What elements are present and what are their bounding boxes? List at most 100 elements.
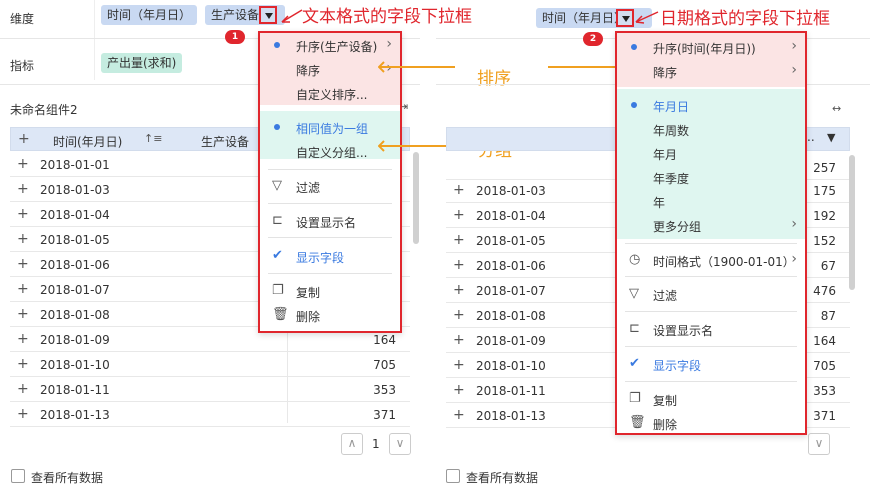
expand-row-icon[interactable]: +: [453, 308, 465, 322]
view-all-checkbox[interactable]: [11, 469, 25, 483]
device-dropdown-button[interactable]: [259, 6, 277, 24]
expand-icon[interactable]: ↔: [832, 102, 841, 115]
view-all-checkbox[interactable]: [446, 469, 460, 483]
left-dropdown-menu: 升序(生产设备) › 降序 › 自定义排序... 相同值为一组 自定义分组... ▽…: [258, 31, 402, 333]
menu-item-display-name[interactable]: ⊏ 设置显示名: [260, 209, 400, 233]
view-all-label: 查看所有数据: [31, 471, 104, 485]
date-cell: 2018-01-10: [476, 359, 546, 373]
chevron-right-icon: ›: [791, 62, 797, 78]
annotation-date-dropdown: 日期格式的字段下拉框: [660, 9, 830, 29]
menu-item-time-format[interactable]: ◷ 时间格式（1900-01-01） ›: [617, 248, 805, 272]
expand-row-icon[interactable]: +: [17, 207, 29, 221]
expand-row-icon[interactable]: +: [453, 233, 465, 247]
sort-icon[interactable]: ↑≡: [144, 132, 162, 145]
right-dropdown-menu: 升序(时间(年月日)) › 降序 › 年月日 年周数 年月 年季度 年 更多分组 › …: [615, 31, 807, 435]
menu-divider: [625, 381, 797, 382]
menu-item-display-name[interactable]: ⊏ 设置显示名: [617, 317, 805, 341]
expand-row-icon[interactable]: +: [17, 182, 29, 196]
expand-row-icon[interactable]: +: [17, 257, 29, 271]
expand-row-icon[interactable]: +: [453, 358, 465, 372]
dimension-label: 维度: [10, 12, 35, 26]
expand-all-icon[interactable]: +: [18, 131, 30, 147]
table-row[interactable]: +2018-01-11 353: [10, 377, 410, 402]
expand-row-icon[interactable]: +: [453, 283, 465, 297]
menu-item-same-value-group[interactable]: 相同值为一组: [260, 115, 400, 139]
expand-row-icon[interactable]: +: [453, 258, 465, 272]
metric-label: 指标: [10, 59, 35, 73]
value-cell: 371: [373, 408, 396, 422]
menu-divider: [625, 276, 797, 277]
value-cell: 67: [820, 259, 836, 273]
menu-item-desc[interactable]: 降序 ›: [617, 59, 805, 83]
menu-item-show-field[interactable]: ✔ 显示字段: [617, 352, 805, 376]
date-cell: 2018-01-06: [476, 259, 546, 273]
metric-tag[interactable]: 产出量(求和): [101, 53, 183, 73]
menu-item-ymd[interactable]: 年月日: [617, 93, 805, 117]
scrollbar[interactable]: [413, 152, 419, 244]
menu-item-delete[interactable]: 🗑 删除: [260, 303, 400, 327]
date-cell: 2018-01-13: [40, 408, 110, 422]
expand-row-icon[interactable]: +: [17, 407, 29, 421]
expand-row-icon[interactable]: +: [453, 208, 465, 222]
sort-dropdown-icon[interactable]: ▼: [827, 131, 835, 144]
scrollbar[interactable]: [849, 155, 855, 290]
rename-icon: ⊏: [272, 213, 283, 228]
chevron-right-icon: ›: [791, 251, 797, 267]
chevron-right-icon: ›: [791, 216, 797, 232]
date-cell: 2018-01-05: [40, 233, 110, 247]
menu-item-custom-sort[interactable]: 自定义排序...: [260, 81, 400, 105]
prev-page-button[interactable]: ∧: [341, 433, 363, 455]
value-cell: 87: [820, 309, 836, 323]
menu-item-copy[interactable]: ❐ 复制: [617, 387, 805, 411]
expand-row-icon[interactable]: +: [453, 383, 465, 397]
page-number: 1: [372, 437, 380, 451]
date-cell: 2018-01-08: [40, 308, 110, 322]
value-cell: 476: [813, 284, 836, 298]
expand-row-icon[interactable]: +: [17, 332, 29, 346]
date-cell: 2018-01-01: [40, 158, 110, 172]
next-page-button[interactable]: ∨: [389, 433, 411, 455]
table-row[interactable]: +2018-01-10 705: [10, 352, 410, 377]
menu-item-year[interactable]: 年: [617, 189, 805, 213]
expand-row-icon[interactable]: +: [17, 232, 29, 246]
value-cell: 164: [373, 333, 396, 347]
col-header-time[interactable]: 时间(年月日): [53, 133, 122, 150]
clock-icon: ◷: [629, 252, 641, 267]
trash-icon: 🗑: [272, 307, 289, 322]
next-page-button[interactable]: ∨: [808, 433, 830, 455]
expand-row-icon[interactable]: +: [453, 333, 465, 347]
menu-item-more-groups[interactable]: 更多分组 ›: [617, 213, 805, 237]
expand-row-icon[interactable]: +: [453, 408, 465, 422]
date-cell: 2018-01-04: [476, 209, 546, 223]
menu-item-year-week[interactable]: 年周数: [617, 117, 805, 141]
menu-item-delete[interactable]: 🗑 删除: [617, 411, 805, 435]
date-cell: 2018-01-03: [40, 183, 110, 197]
expand-row-icon[interactable]: +: [17, 282, 29, 296]
value-cell: 371: [813, 409, 836, 423]
annotation-arrow: [635, 11, 659, 24]
chevron-right-icon: ›: [791, 38, 797, 54]
selected-dot-icon: [274, 124, 280, 130]
dim-tag-time[interactable]: 时间（年月日）: [101, 5, 198, 25]
value-cell: 164: [813, 334, 836, 348]
menu-item-year-quarter[interactable]: 年季度: [617, 165, 805, 189]
expand-row-icon[interactable]: +: [17, 357, 29, 371]
menu-item-asc[interactable]: 升序(时间(年月日)) ›: [617, 35, 805, 59]
expand-row-icon[interactable]: +: [17, 382, 29, 396]
table-row[interactable]: +2018-01-13 371: [10, 402, 410, 427]
menu-item-copy[interactable]: ❐ 复制: [260, 279, 400, 303]
menu-item-filter[interactable]: ▽ 过滤: [617, 282, 805, 306]
value-cell: 353: [813, 384, 836, 398]
copy-icon: ❐: [272, 283, 284, 298]
menu-item-show-field[interactable]: ✔ 显示字段: [260, 244, 400, 268]
expand-row-icon[interactable]: +: [453, 183, 465, 197]
col-header-device[interactable]: 生产设备: [201, 133, 249, 150]
check-icon: ✔: [629, 356, 640, 371]
menu-item-asc[interactable]: 升序(生产设备) ›: [260, 33, 400, 57]
menu-item-filter[interactable]: ▽ 过滤: [260, 174, 400, 198]
menu-item-year-month[interactable]: 年月: [617, 141, 805, 165]
expand-row-icon[interactable]: +: [17, 307, 29, 321]
label-divider: [94, 0, 95, 80]
date-cell: 2018-01-05: [476, 234, 546, 248]
expand-row-icon[interactable]: +: [17, 157, 29, 171]
